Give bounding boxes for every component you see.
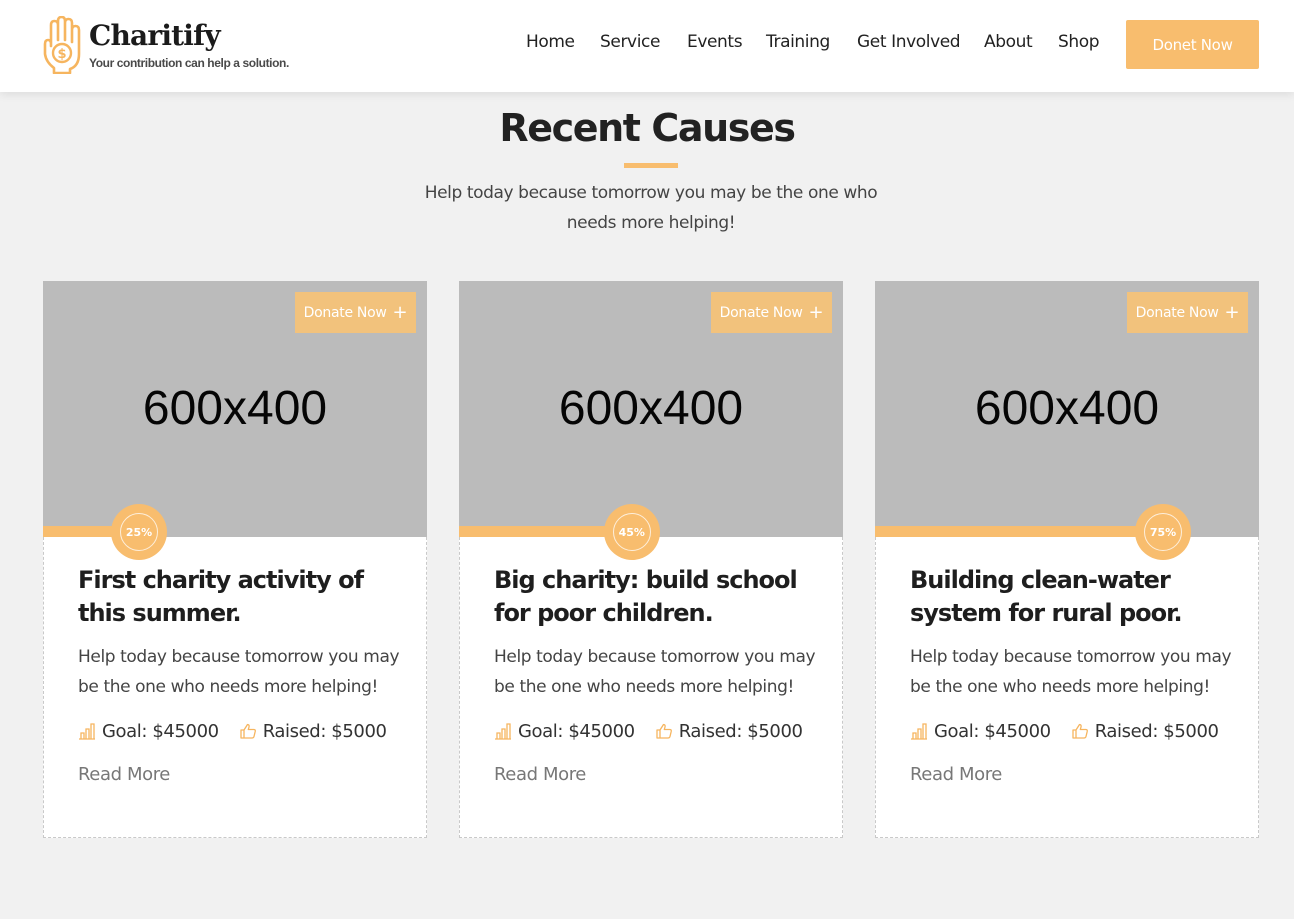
thumbs-up-icon: [656, 723, 672, 739]
cause-description: Help today because tomorrow you may be t…: [78, 647, 400, 697]
donate-now-button[interactable]: Donet Now: [1126, 20, 1259, 69]
image-placeholder-label: 600x400: [558, 382, 744, 435]
progress-badge: 75%: [1135, 504, 1191, 560]
read-more-link[interactable]: Read More: [494, 764, 586, 785]
cause-image[interactable]: 600x400 Donate Now +: [43, 281, 427, 537]
raised-value: Raised: $5000: [678, 720, 803, 742]
cause-card: 600x400 Donate Now + 75% Building clean-…: [875, 281, 1259, 838]
nav-service[interactable]: Service: [600, 32, 660, 56]
cause-title[interactable]: First charity activity of this summer.: [78, 564, 398, 630]
plus-icon: +: [1224, 301, 1240, 323]
cause-title[interactable]: Building clean-water system for rural po…: [910, 564, 1230, 630]
image-placeholder-label: 600x400: [142, 382, 328, 435]
donate-label: Donate Now: [719, 304, 803, 321]
nav-shop[interactable]: Shop: [1058, 32, 1100, 56]
thumbs-up-icon: [240, 723, 256, 739]
title-underline: [624, 163, 678, 168]
thumbs-up-icon: [1072, 723, 1088, 739]
brand-tagline: Your contribution can help a solution.: [89, 56, 289, 70]
cause-description: Help today because tomorrow you may be t…: [494, 647, 816, 697]
cause-stats: Goal: $45000 Raised: $5000: [494, 718, 803, 744]
nav-training[interactable]: Training: [766, 32, 830, 56]
progress-badge: 45%: [603, 504, 660, 560]
nav-get-involved[interactable]: Get Involved: [857, 32, 961, 56]
donate-label: Donate Now: [303, 304, 387, 321]
logo[interactable]: $ Charitify Your contribution can help a…: [42, 16, 289, 74]
goal-stat: Goal: $45000: [910, 721, 1051, 742]
cause-image[interactable]: 600x400 Donate Now +: [875, 281, 1259, 537]
bar-chart-icon: [911, 723, 927, 740]
goal-value: Goal: $45000: [934, 720, 1051, 742]
donate-label: Donate Now: [1135, 304, 1219, 321]
raised-stat: Raised: $5000: [655, 721, 803, 742]
progress-label: 75%: [1144, 513, 1182, 551]
progress-badge: 25%: [111, 504, 167, 560]
raised-stat: Raised: $5000: [1071, 721, 1219, 742]
cause-title[interactable]: Big charity: build school for poor child…: [494, 564, 814, 630]
nav-home[interactable]: Home: [526, 32, 575, 56]
progress-label: 45%: [612, 513, 651, 551]
donate-now-badge[interactable]: Donate Now +: [295, 292, 416, 333]
cause-body: Big charity: build school for poor child…: [459, 537, 843, 838]
image-placeholder-label: 600x400: [974, 382, 1160, 435]
cause-card: 600x400 Donate Now + 25% First charity a…: [43, 281, 427, 838]
cause-body: First charity activity of this summer. H…: [43, 537, 427, 838]
goal-stat: Goal: $45000: [494, 721, 635, 742]
goal-value: Goal: $45000: [518, 720, 635, 742]
bar-chart-icon: [79, 723, 95, 740]
goal-value: Goal: $45000: [102, 720, 219, 742]
read-more-link[interactable]: Read More: [910, 764, 1002, 785]
progress-label: 25%: [120, 513, 158, 551]
progress-bar: [43, 526, 427, 537]
progress-bar: [875, 526, 1259, 537]
cause-description: Help today because tomorrow you may be t…: [910, 647, 1232, 697]
cause-image[interactable]: 600x400 Donate Now +: [459, 281, 843, 537]
donate-now-badge[interactable]: Donate Now +: [1127, 292, 1248, 333]
progress-fill: [875, 526, 1163, 537]
cause-card: 600x400 Donate Now + 45% Big charity: bu…: [459, 281, 843, 838]
brand-name: Charitify: [89, 19, 221, 52]
raised-value: Raised: $5000: [1094, 720, 1219, 742]
donate-now-badge[interactable]: Donate Now +: [711, 292, 832, 333]
svg-text:$: $: [57, 47, 66, 62]
read-more-link[interactable]: Read More: [78, 764, 170, 785]
cause-stats: Goal: $45000 Raised: $5000: [78, 718, 387, 744]
cause-stats: Goal: $45000 Raised: $5000: [910, 718, 1219, 744]
hand-coin-icon: $: [43, 16, 81, 74]
site-header: $ Charitify Your contribution can help a…: [0, 0, 1294, 92]
raised-value: Raised: $5000: [262, 720, 387, 742]
plus-icon: +: [808, 301, 824, 323]
plus-icon: +: [392, 301, 408, 323]
nav-events[interactable]: Events: [687, 32, 743, 56]
cause-body: Building clean-water system for rural po…: [875, 537, 1259, 838]
raised-stat: Raised: $5000: [239, 721, 387, 742]
section-subtitle: Help today because tomorrow you may be t…: [424, 183, 878, 233]
section-title: Recent Causes: [499, 106, 796, 150]
goal-stat: Goal: $45000: [78, 721, 219, 742]
bar-chart-icon: [495, 723, 511, 740]
nav-about[interactable]: About: [984, 32, 1033, 56]
